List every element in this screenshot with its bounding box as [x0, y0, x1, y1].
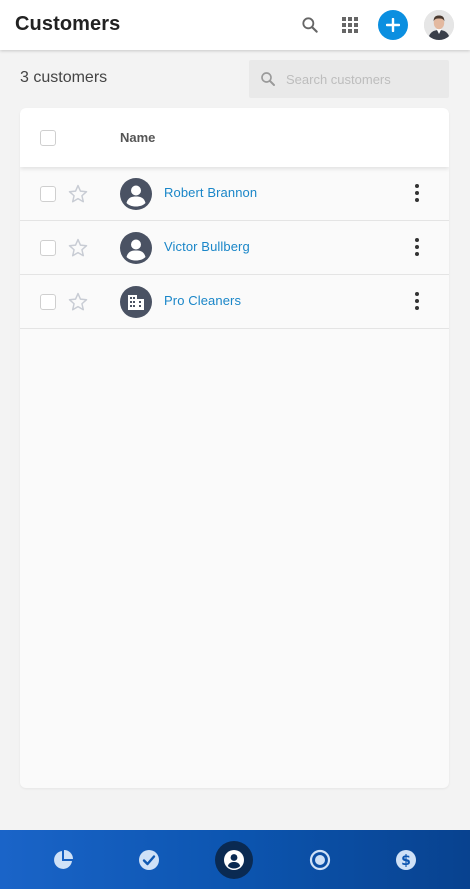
top-bar: Customers: [0, 0, 470, 50]
user-avatar[interactable]: [424, 10, 454, 40]
search-input[interactable]: [286, 69, 441, 89]
search-button[interactable]: [295, 10, 325, 40]
nav-finance[interactable]: $: [387, 841, 425, 879]
table-row[interactable]: Robert Brannon: [20, 167, 449, 221]
person-icon: [126, 239, 146, 261]
tasks-check-icon: [139, 850, 159, 870]
more-vert-icon[interactable]: [408, 288, 426, 316]
row-checkbox[interactable]: [40, 294, 56, 310]
page-title: Customers: [15, 13, 121, 35]
more-vert-icon[interactable]: [408, 180, 426, 208]
add-button[interactable]: [378, 10, 408, 40]
dashboard-pie-icon: [54, 850, 73, 869]
row-checkbox[interactable]: [40, 186, 56, 202]
customer-name-link[interactable]: Robert Brannon: [164, 185, 257, 200]
person-icon: [126, 185, 146, 207]
customers-person-icon: [224, 850, 244, 870]
svg-text:$: $: [401, 853, 411, 869]
row-checkbox[interactable]: [40, 240, 56, 256]
apps-grid-icon: [342, 17, 358, 33]
apps-button[interactable]: [335, 10, 365, 40]
person-avatar: [120, 232, 152, 264]
search-icon: [302, 17, 318, 33]
search-field[interactable]: [249, 60, 449, 98]
app: Customers 3 customers Search customers N…: [0, 0, 470, 889]
target-circle-icon: [309, 849, 331, 871]
search-icon: [261, 72, 275, 86]
table-row[interactable]: Pro Cleaners: [20, 275, 449, 329]
select-all-checkbox[interactable]: [40, 130, 56, 146]
plus-icon: [386, 18, 400, 32]
nav-customers[interactable]: [215, 841, 253, 879]
customer-count: 3 customers: [20, 69, 108, 86]
customer-name-link[interactable]: Pro Cleaners: [164, 293, 241, 308]
table-header: Name: [20, 108, 449, 167]
star-icon[interactable]: [67, 183, 89, 205]
nav-goals[interactable]: [301, 841, 339, 879]
nav-tasks[interactable]: [130, 841, 168, 879]
star-icon[interactable]: [67, 291, 89, 313]
bottom-navigation: $: [0, 830, 470, 889]
person-avatar: [120, 178, 152, 210]
user-photo-icon: [424, 10, 454, 40]
dollar-icon: $: [396, 850, 416, 870]
column-header-name[interactable]: Name: [120, 130, 155, 145]
star-icon[interactable]: [67, 237, 89, 259]
building-icon: [128, 295, 144, 310]
customers-table: Name Robert Brannon Victor Bullberg Pro …: [20, 108, 449, 788]
company-avatar: [120, 286, 152, 318]
table-row[interactable]: Victor Bullberg: [20, 221, 449, 275]
nav-dashboard[interactable]: [44, 841, 82, 879]
more-vert-icon[interactable]: [408, 234, 426, 262]
customer-name-link[interactable]: Victor Bullberg: [164, 239, 250, 254]
